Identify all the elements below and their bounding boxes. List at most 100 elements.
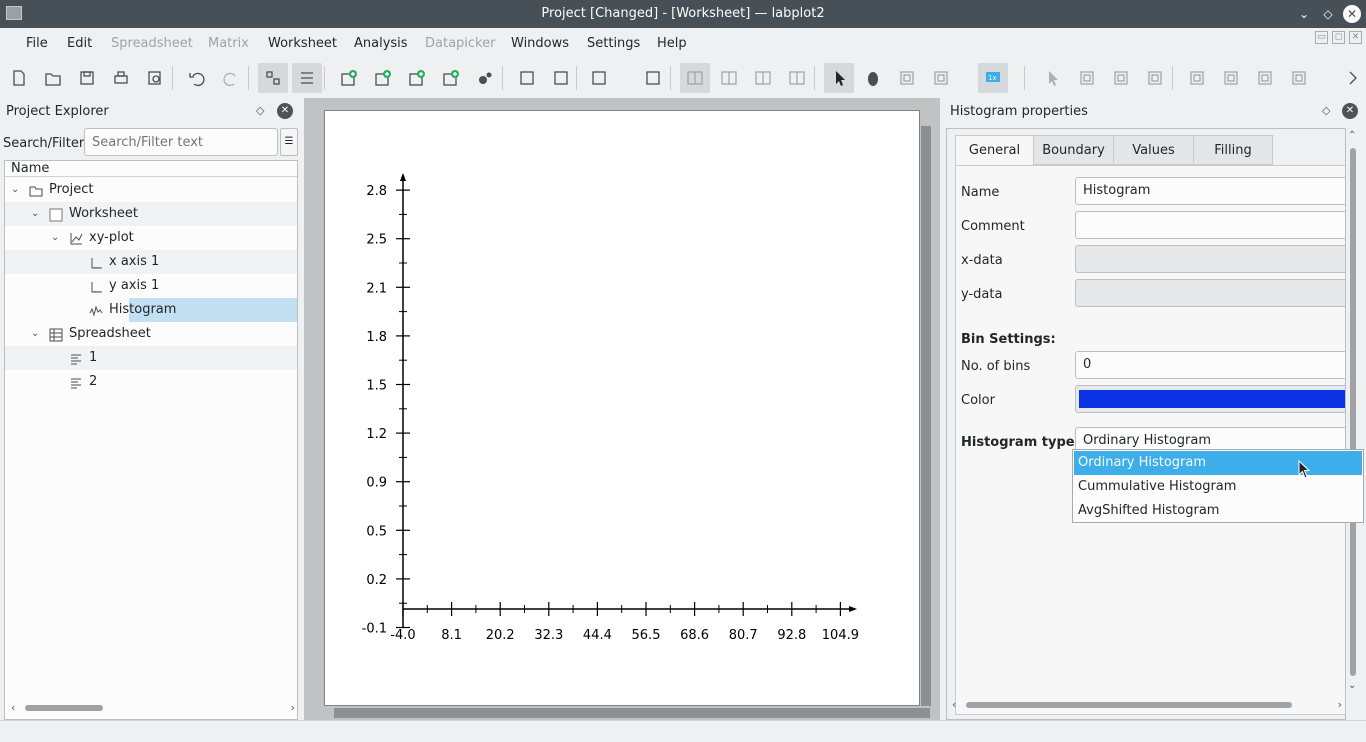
menu-matrix[interactable]: Matrix — [208, 36, 249, 51]
new-matrix-button[interactable] — [402, 63, 432, 93]
keep-above-button[interactable]: ◇ — [1319, 5, 1337, 23]
zoom-1x-button[interactable]: 1x — [978, 63, 1008, 93]
expand-toggle-icon[interactable]: ⌄ — [51, 226, 63, 250]
no-of-bins-field[interactable]: 0 — [1075, 351, 1345, 379]
shift-left-button[interactable] — [1182, 63, 1212, 93]
tree-item[interactable]: 2 — [5, 370, 297, 394]
menu-help[interactable]: Help — [657, 36, 687, 51]
new-datapicker-button[interactable] — [470, 63, 500, 93]
navigate-mode-button[interactable] — [858, 63, 888, 93]
export-button[interactable] — [546, 63, 576, 93]
float-dock-icon[interactable]: ◇ — [256, 104, 270, 118]
minimize-button[interactable]: ⌄ — [1295, 5, 1313, 23]
histogram-type-option[interactable]: Ordinary Histogram — [1074, 451, 1362, 475]
histogram-type-dropdown: Ordinary Histogram Cummulative Histogram A… — [1072, 449, 1364, 523]
name-field[interactable]: Histogram — [1075, 177, 1345, 205]
tree-item[interactable]: y axis 1 — [5, 274, 297, 298]
close-dock-icon[interactable]: ✕ — [277, 103, 293, 119]
grid-layout-button[interactable] — [748, 63, 778, 93]
new-workbook-button[interactable] — [436, 63, 466, 93]
new-worksheet-button[interactable] — [334, 63, 364, 93]
filter-options-button[interactable]: ☰ — [280, 128, 298, 156]
close-window-button[interactable]: ✕ — [1343, 5, 1361, 23]
add-text-label-button[interactable] — [638, 63, 668, 93]
break-layout-button[interactable] — [782, 63, 812, 93]
menu-spreadsheet[interactable]: Spreadsheet — [111, 36, 193, 51]
scale-auto-y-button[interactable] — [1140, 63, 1170, 93]
tab-filling[interactable]: Filling — [1193, 135, 1273, 165]
tree-item[interactable]: ⌄ Spreadsheet — [5, 322, 297, 346]
open-button[interactable] — [38, 63, 68, 93]
zoom-fit-button[interactable] — [892, 63, 922, 93]
tree-item[interactable]: ⌄ Worksheet — [5, 202, 297, 226]
tree-horizontal-scrollbar[interactable]: ‹ › — [11, 701, 295, 715]
tree-item[interactable]: 1 — [5, 346, 297, 370]
print-button[interactable] — [106, 63, 136, 93]
menu-analysis[interactable]: Analysis — [354, 36, 408, 51]
general-tab-content: Name Histogram Comment x-data y-data Bin… — [955, 165, 1345, 715]
tree-view-button[interactable] — [258, 63, 288, 93]
new-spreadsheet-button[interactable] — [368, 63, 398, 93]
close-dock-icon[interactable]: ✕ — [1342, 103, 1358, 119]
scale-auto-button[interactable] — [1072, 63, 1102, 93]
tree-item[interactable]: Histogram — [5, 298, 297, 322]
float-dock-icon[interactable]: ◇ — [1322, 104, 1336, 118]
worksheet-view[interactable]: -4.0 8.1 20.2 32.3 44.4 56.5 68.6 80.7 92.8 104.9… — [304, 98, 940, 720]
project-tree: Name ⌄ Project ⌄ Worksheet ⌄ xy-plot x axis 1 y… — [4, 160, 298, 720]
shift-right-button[interactable] — [1216, 63, 1246, 93]
print-preview-button[interactable] — [140, 63, 170, 93]
toolbar-separator — [248, 66, 249, 90]
mdi-close-icon[interactable]: ✕ — [1349, 31, 1362, 44]
properties-vertical-scrollbar[interactable]: ⌃ ⌄ — [1346, 130, 1360, 696]
tab-values[interactable]: Values — [1113, 135, 1194, 165]
menu-windows[interactable]: Windows — [511, 36, 569, 51]
menu-edit[interactable]: Edit — [67, 36, 92, 51]
zoom-select-button[interactable] — [926, 63, 956, 93]
x-data-combobox[interactable] — [1075, 245, 1345, 273]
import-button[interactable] — [512, 63, 542, 93]
menu-datapicker[interactable]: Datapicker — [425, 36, 495, 51]
new-project-button[interactable] — [4, 63, 34, 93]
tree-item[interactable]: ⌄ Project — [5, 178, 297, 202]
comment-field[interactable] — [1075, 211, 1345, 239]
tree-view-icon — [266, 71, 280, 85]
add-text-label-icon — [646, 71, 660, 85]
color-button[interactable] — [1075, 385, 1345, 413]
tree-item[interactable]: ⌄ xy-plot — [5, 226, 297, 250]
histogram-type-option[interactable]: AvgShifted Histogram — [1074, 499, 1362, 523]
undo-button[interactable] — [182, 63, 212, 93]
xy-plot[interactable]: -4.0 8.1 20.2 32.3 44.4 56.5 68.6 80.7 92.8 104.9… — [325, 111, 921, 707]
search-filter-input[interactable] — [84, 128, 278, 156]
expand-toggle-icon[interactable]: ⌄ — [11, 178, 23, 202]
menu-worksheet[interactable]: Worksheet — [268, 36, 337, 51]
tree-column-header[interactable]: Name — [5, 161, 297, 177]
add-plot-button[interactable] — [584, 63, 614, 93]
shift-up-button[interactable] — [1250, 63, 1280, 93]
mdi-restore-icon[interactable]: ◻ — [1332, 31, 1345, 44]
mdi-minimize-icon[interactable]: ▭ — [1315, 31, 1328, 44]
tree-item[interactable]: x axis 1 — [5, 250, 297, 274]
scale-auto-x-button[interactable] — [1106, 63, 1136, 93]
tab-general[interactable]: General — [955, 135, 1034, 165]
expand-toggle-icon[interactable]: ⌄ — [31, 322, 43, 346]
details-view-button[interactable] — [292, 63, 322, 93]
properties-panel: General Boundary Values Filling Name Histog… — [946, 128, 1346, 720]
histogram-type-option[interactable]: Cummulative Histogram — [1074, 475, 1362, 499]
more-button[interactable] — [1337, 63, 1366, 93]
save-button[interactable] — [72, 63, 102, 93]
y-data-combobox[interactable] — [1075, 279, 1345, 307]
shift-down-button[interactable] — [1284, 63, 1314, 93]
properties-horizontal-scrollbar[interactable]: ‹ › — [952, 698, 1342, 712]
worksheet-canvas[interactable]: -4.0 8.1 20.2 32.3 44.4 56.5 68.6 80.7 92.8 104.9… — [324, 110, 920, 706]
menu-settings[interactable]: Settings — [587, 36, 640, 51]
select-mode-button[interactable] — [824, 63, 854, 93]
cursor-button[interactable] — [1037, 63, 1067, 93]
vertical-layout-button[interactable] — [680, 63, 710, 93]
toolbar-separator — [814, 66, 815, 90]
tab-boundary[interactable]: Boundary — [1033, 135, 1114, 165]
redo-button[interactable] — [216, 63, 246, 93]
expand-toggle-icon[interactable]: ⌄ — [31, 202, 43, 226]
horizontal-layout-button[interactable] — [714, 63, 744, 93]
menu-file[interactable]: File — [26, 36, 48, 51]
toolbar-separator — [324, 66, 325, 90]
